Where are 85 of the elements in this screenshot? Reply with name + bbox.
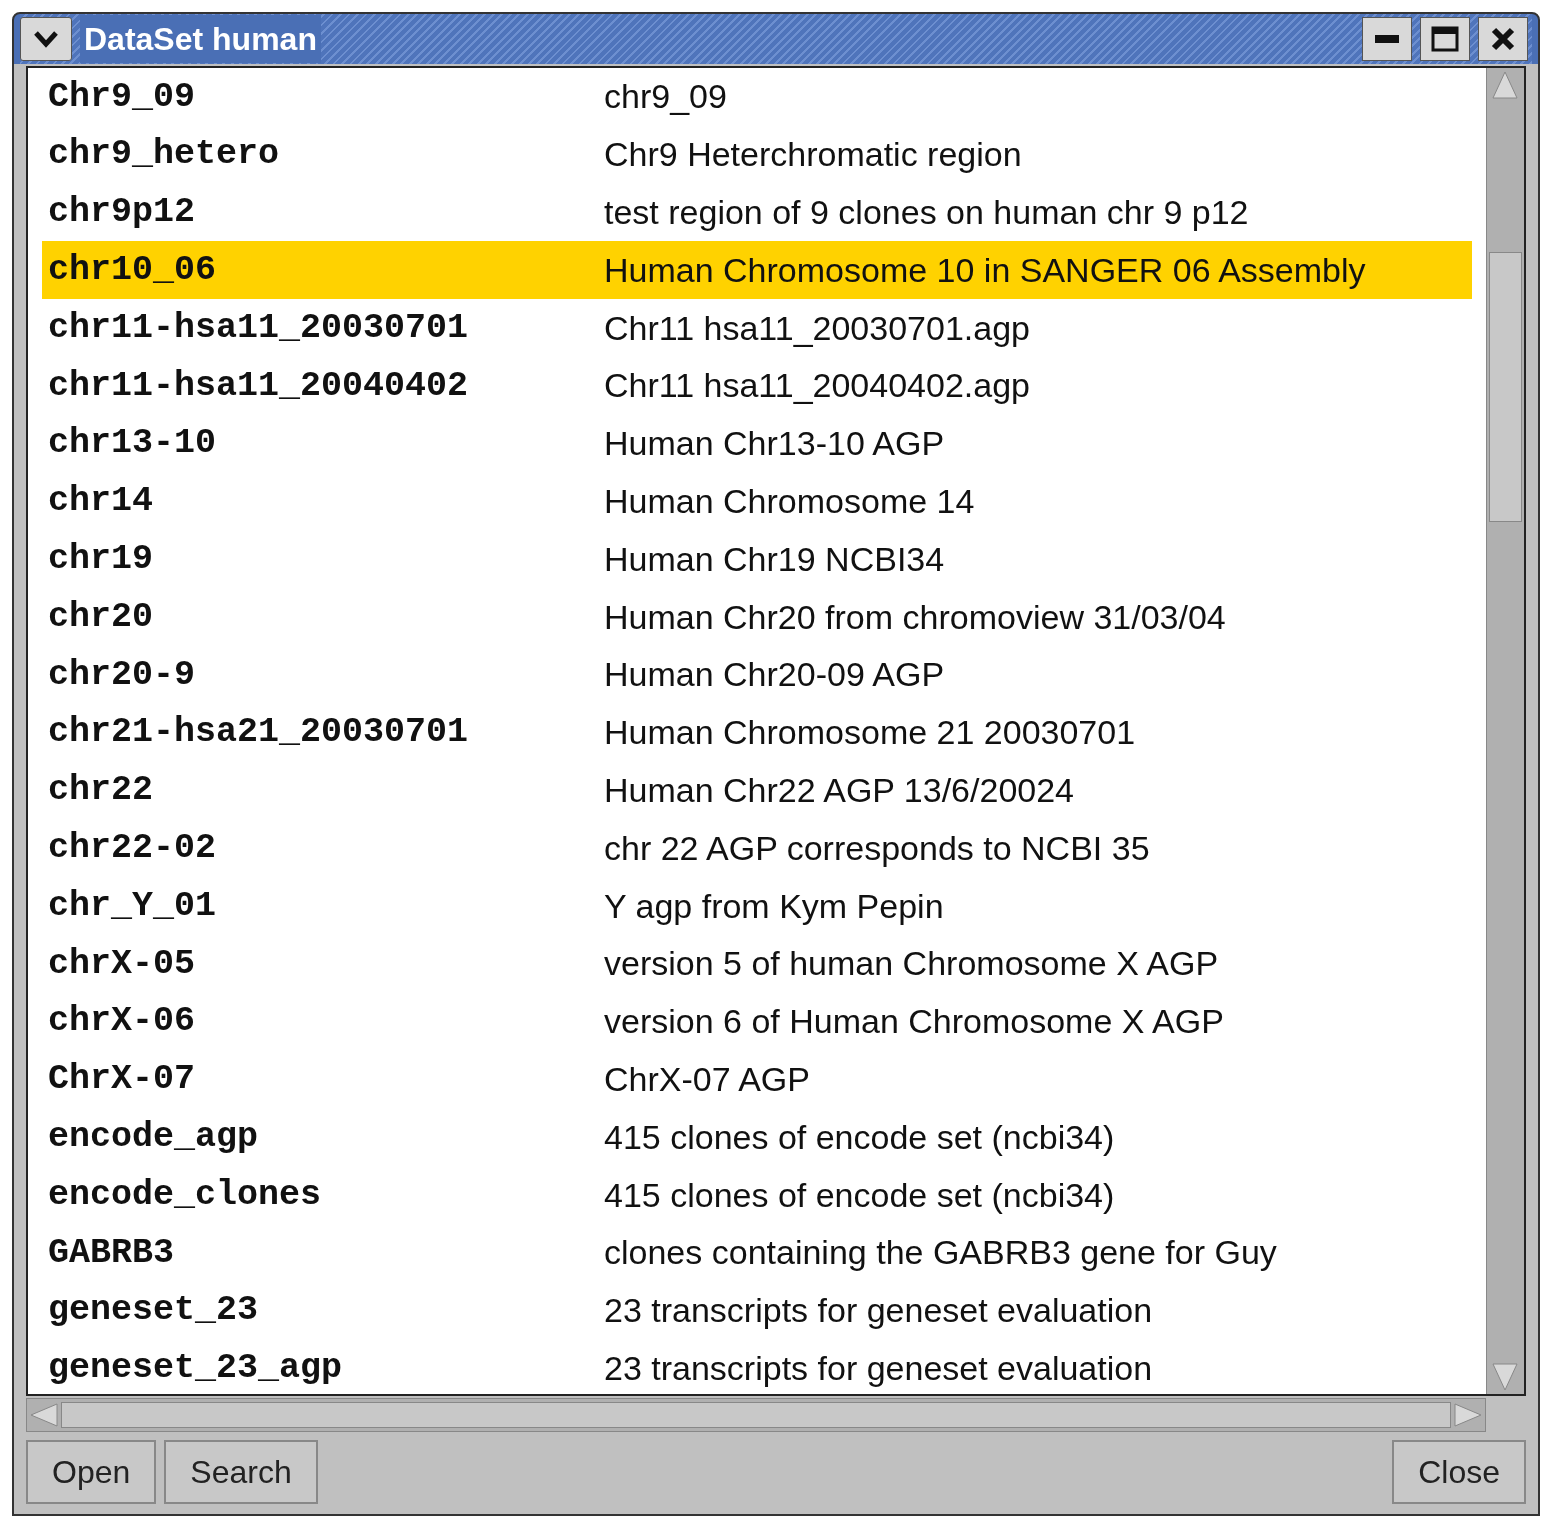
window-menu-button[interactable] [20, 17, 72, 61]
maximize-icon [1431, 26, 1459, 52]
list-row[interactable]: chr10_06 Human Chromosome 10 in SANGER 06 Assembly [42, 241, 1472, 300]
dataset-description: 415 clones of encode set (ncbi34) [604, 1116, 1115, 1158]
dataset-description: Chr11 hsa11_20040402.agp [604, 365, 1030, 407]
dataset-description: Human Chr13-10 AGP [604, 423, 945, 465]
dataset-name: encode_agp [47, 1116, 260, 1159]
dataset-name: chr22-02 [47, 827, 218, 870]
dataset-name: Chr9_09 [47, 75, 197, 119]
dataset-name: geneset_23 [47, 1289, 260, 1333]
minimize-button[interactable] [1362, 17, 1412, 61]
dataset-name: encode_clones [47, 1173, 323, 1217]
horizontal-scrollbar[interactable] [26, 1398, 1486, 1432]
dataset-name: geneset_23_agp [47, 1347, 344, 1391]
list-row[interactable]: chrX-06 version 6 of Human Chromosome X AGP [42, 992, 1472, 1051]
list-row[interactable]: chrX-05 version 5 of human Chromosome X AGP [42, 934, 1472, 993]
list-row[interactable]: chr22 Human Chr22 AGP 13/6/20024 [42, 761, 1472, 820]
dialog-button[interactable]: Open [26, 1440, 157, 1504]
list-row[interactable]: GABRB3 clones containing the GABRB3 gene for Guy [42, 1223, 1472, 1282]
dataset-description: ChrX-07 AGP [604, 1058, 810, 1100]
scrollbar-thumb[interactable] [61, 1402, 1451, 1428]
dataset-name: chr11-hsa11_20040402 [47, 364, 470, 408]
dataset-name: ChrX-07 [47, 1058, 197, 1102]
list-row[interactable]: chr13-10 Human Chr13-10 AGP [42, 414, 1472, 473]
close-window-button[interactable] [1478, 17, 1528, 61]
dialog-button[interactable]: Search [164, 1440, 318, 1504]
dataset-name: chr10_06 [47, 249, 218, 293]
dataset-name: chr19 [47, 538, 155, 581]
list-row[interactable]: chr21-hsa21_20030701 Human Chromosome 21 20030701 [42, 703, 1472, 762]
dataset-description: chr9_09 [604, 76, 727, 118]
list-row[interactable]: encode_agp 415 clones of encode set (ncbi34) [42, 1108, 1472, 1167]
dataset-name: chr20-9 [47, 653, 197, 697]
list-row[interactable]: chr11-hsa11_20040402 Chr11 hsa11_20040402.agp [42, 357, 1472, 415]
dataset-name: chr13-10 [47, 422, 218, 466]
maximize-button[interactable] [1420, 17, 1470, 61]
dataset-description: 23 transcripts for geneset evaluation [604, 1347, 1153, 1389]
dataset-description: Human Chr20-09 AGP [604, 654, 945, 696]
close-button[interactable]: Close [1392, 1440, 1526, 1504]
dataset-description: 415 clones of encode set (ncbi34) [604, 1174, 1115, 1216]
close-icon [1490, 26, 1516, 52]
list-row[interactable]: geneset_23_agp 23 transcripts for geneset evaluation [42, 1339, 1472, 1394]
dataset-description: Chr11 hsa11_20030701.agp [604, 307, 1030, 349]
list-row[interactable]: chr14 Human Chromosome 14 [42, 472, 1472, 531]
list-row[interactable]: geneset_23 23 transcripts for geneset evaluation [42, 1281, 1472, 1340]
list-row[interactable]: chr9_hetero Chr9 Heterchromatic region [42, 125, 1472, 184]
dataset-name: chr22 [47, 769, 155, 813]
dataset-description: Chr9 Heterchromatic region [604, 134, 1022, 176]
list-row[interactable]: Chr9_09 chr9_09 [42, 68, 1472, 126]
list-row[interactable]: chr19 Human Chr19 NCBI34 [42, 530, 1472, 589]
dataset-name: chr_Y_01 [47, 884, 218, 928]
dataset-description: Human Chr20 from chromoview 31/03/04 [604, 596, 1226, 638]
dataset-name: chr14 [47, 480, 155, 524]
list-row[interactable]: chr_Y_01 Y agp from Kym Pepin [42, 877, 1472, 935]
dataset-description: version 5 of human Chromosome X AGP [604, 943, 1219, 985]
dataset-name: chr11-hsa11_20030701 [47, 306, 470, 350]
dataset-description: Human Chr19 NCBI34 [604, 538, 945, 580]
minimize-icon [1374, 34, 1400, 44]
list-row[interactable]: ChrX-07 ChrX-07 AGP [42, 1050, 1472, 1109]
dataset-description: version 6 of Human Chromosome X AGP [604, 1001, 1224, 1043]
dataset-description: Human Chromosome 10 in SANGER 06 Assembly [604, 249, 1366, 291]
dataset-name: chr21-hsa21_20030701 [47, 711, 470, 755]
dataset-name: chr20 [47, 595, 155, 639]
dataset-description: Human Chr22 AGP 13/6/20024 [604, 769, 1075, 811]
dataset-name: chr9p12 [47, 191, 197, 235]
list-row[interactable]: chr20-9 Human Chr20-09 AGP [42, 645, 1472, 704]
dataset-description: 23 transcripts for geneset evaluation [604, 1290, 1153, 1332]
dataset-description: test region of 9 clones on human chr 9 p12 [604, 192, 1249, 233]
dataset-description: Y agp from Kym Pepin [604, 885, 944, 927]
list-row[interactable]: chr20 Human Chr20 from chromoview 31/03/04 [42, 588, 1472, 646]
vertical-scrollbar[interactable] [1486, 68, 1524, 1394]
dataset-name: chr9_hetero [47, 133, 281, 177]
dataset-name: chrX-05 [47, 942, 197, 986]
list-row[interactable]: chr9p12 test region of 9 clones on human chr 9 p12 [42, 183, 1472, 242]
list-row[interactable]: encode_clones 415 clones of encode set (ncbi34) [42, 1166, 1472, 1224]
dataset-description: clones containing the GABRB3 gene for Guy [604, 1232, 1277, 1274]
list-row[interactable]: chr11-hsa11_20030701 Chr11 hsa11_20030701.agp [42, 299, 1472, 357]
list-row[interactable]: chr22-02 chr 22 AGP corresponds to NCBI 35 [42, 819, 1472, 878]
chevron-down-icon [33, 30, 59, 48]
dataset-description: chr 22 AGP corresponds to NCBI 35 [604, 827, 1150, 869]
dataset-description: Human Chromosome 14 [604, 480, 975, 522]
window-title: DataSet human [80, 15, 321, 63]
scrollbar-thumb[interactable] [1489, 252, 1522, 522]
dataset-name: GABRB3 [47, 1231, 176, 1275]
dataset-name: chrX-06 [47, 1000, 197, 1044]
dataset-description: Human Chromosome 21 20030701 [604, 712, 1136, 754]
